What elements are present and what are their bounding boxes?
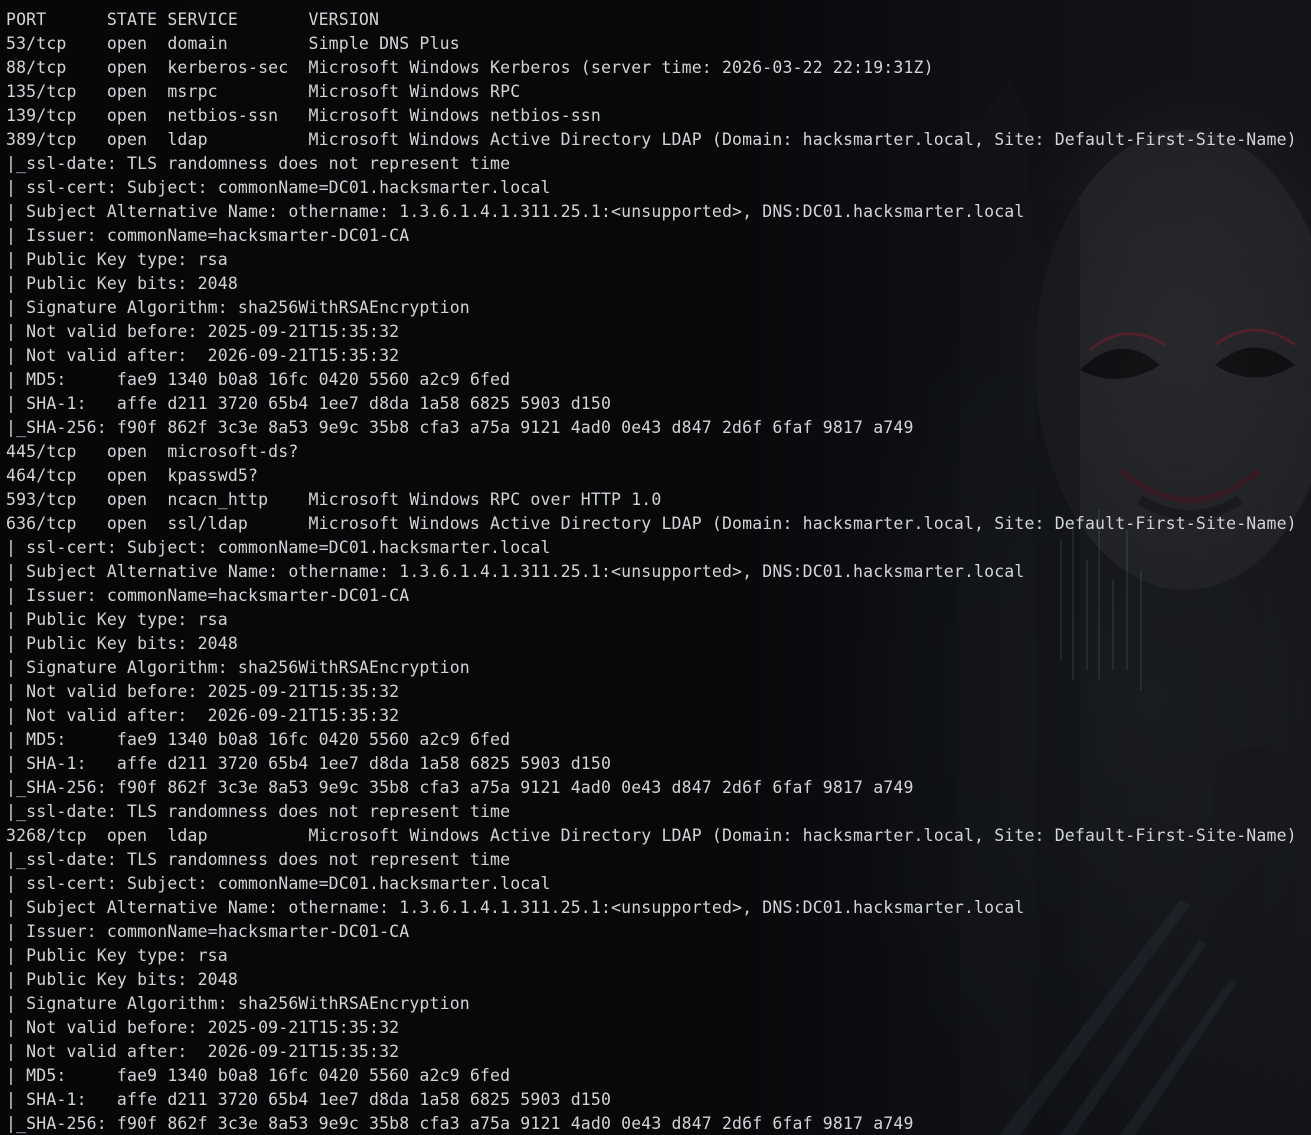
terminal-line: |_ssl-date: TLS randomness does not repr… xyxy=(6,154,511,173)
terminal-line: | MD5: fae9 1340 b0a8 16fc 0420 5560 a2c… xyxy=(6,730,511,749)
terminal-line: |_ssl-date: TLS randomness does not repr… xyxy=(6,802,511,821)
terminal-line: | Public Key type: rsa xyxy=(6,946,228,965)
terminal-line: | Issuer: commonName=hacksmarter-DC01-CA xyxy=(6,922,410,941)
terminal-window[interactable]: PORT STATE SERVICE VERSION 53/tcp open do… xyxy=(0,0,1311,1135)
terminal-line: | Not valid before: 2025-09-21T15:35:32 xyxy=(6,682,400,701)
terminal-line: | Not valid after: 2026-09-21T15:35:32 xyxy=(6,346,400,365)
terminal-line: PORT STATE SERVICE VERSION xyxy=(6,10,380,29)
terminal-line: |_SHA-256: f90f 862f 3c3e 8a53 9e9c 35b8… xyxy=(6,418,914,437)
terminal-line: | Signature Algorithm: sha256WithRSAEncr… xyxy=(6,658,470,677)
terminal-line: 135/tcp open msrpc Microsoft Windows RPC xyxy=(6,82,521,101)
terminal-line: | MD5: fae9 1340 b0a8 16fc 0420 5560 a2c… xyxy=(6,370,511,389)
terminal-line: | ssl-cert: Subject: commonName=DC01.hac… xyxy=(6,178,551,197)
terminal-line: 3268/tcp open ldap Microsoft Windows Act… xyxy=(6,826,1297,845)
terminal-line: | Not valid after: 2026-09-21T15:35:32 xyxy=(6,1042,400,1061)
terminal-line: | Subject Alternative Name: othername: 1… xyxy=(6,898,1025,917)
terminal-line: 636/tcp open ssl/ldap Microsoft Windows … xyxy=(6,514,1297,533)
terminal-line: | Public Key bits: 2048 xyxy=(6,970,238,989)
terminal-line: |_SHA-256: f90f 862f 3c3e 8a53 9e9c 35b8… xyxy=(6,1114,914,1133)
terminal-line: |_SHA-256: f90f 862f 3c3e 8a53 9e9c 35b8… xyxy=(6,778,914,797)
terminal-line: | ssl-cert: Subject: commonName=DC01.hac… xyxy=(6,538,551,557)
terminal-line: | Not valid after: 2026-09-21T15:35:32 xyxy=(6,706,400,725)
terminal-line: 389/tcp open ldap Microsoft Windows Acti… xyxy=(6,130,1297,149)
terminal-line: 464/tcp open kpasswd5? xyxy=(6,466,259,485)
terminal-line: | Not valid before: 2025-09-21T15:35:32 xyxy=(6,322,400,341)
terminal-line: | MD5: fae9 1340 b0a8 16fc 0420 5560 a2c… xyxy=(6,1066,511,1085)
terminal-line: | Public Key type: rsa xyxy=(6,250,228,269)
terminal-line: | Subject Alternative Name: othername: 1… xyxy=(6,562,1025,581)
terminal-line: | Subject Alternative Name: othername: 1… xyxy=(6,202,1025,221)
terminal-line: | Public Key bits: 2048 xyxy=(6,274,238,293)
terminal-line: 88/tcp open kerberos-sec Microsoft Windo… xyxy=(6,58,934,77)
terminal-line: 53/tcp open domain Simple DNS Plus xyxy=(6,34,460,53)
nmap-output[interactable]: PORT STATE SERVICE VERSION 53/tcp open do… xyxy=(6,8,1297,1135)
terminal-line: | Public Key type: rsa xyxy=(6,610,228,629)
terminal-line: | SHA-1: affe d211 3720 65b4 1ee7 d8da 1… xyxy=(6,754,612,773)
terminal-line: 139/tcp open netbios-ssn Microsoft Windo… xyxy=(6,106,601,125)
terminal-line: | Signature Algorithm: sha256WithRSAEncr… xyxy=(6,298,470,317)
terminal-line: | Not valid before: 2025-09-21T15:35:32 xyxy=(6,1018,400,1037)
terminal-line: | SHA-1: affe d211 3720 65b4 1ee7 d8da 1… xyxy=(6,1090,612,1109)
terminal-line: | ssl-cert: Subject: commonName=DC01.hac… xyxy=(6,874,551,893)
terminal-line: |_ssl-date: TLS randomness does not repr… xyxy=(6,850,511,869)
terminal-line: | SHA-1: affe d211 3720 65b4 1ee7 d8da 1… xyxy=(6,394,612,413)
terminal-line: | Public Key bits: 2048 xyxy=(6,634,238,653)
terminal-line: | Issuer: commonName=hacksmarter-DC01-CA xyxy=(6,226,410,245)
terminal-line: | Issuer: commonName=hacksmarter-DC01-CA xyxy=(6,586,410,605)
terminal-line: 445/tcp open microsoft-ds? xyxy=(6,442,299,461)
terminal-line: | Signature Algorithm: sha256WithRSAEncr… xyxy=(6,994,470,1013)
terminal-line: 593/tcp open ncacn_http Microsoft Window… xyxy=(6,490,662,509)
